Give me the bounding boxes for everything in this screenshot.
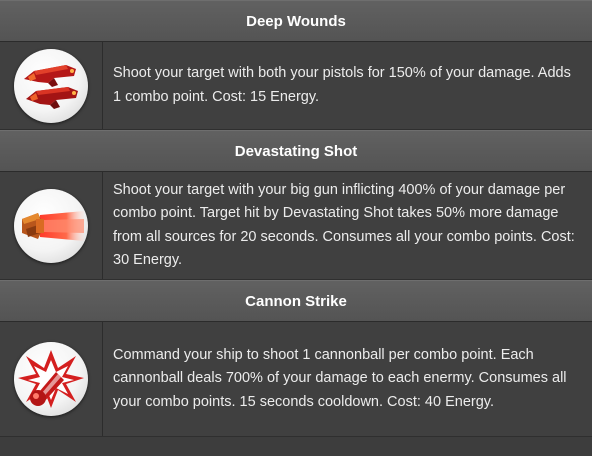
skill-row: Command your ship to shoot 1 cannonball … [0, 322, 592, 437]
skill-row: Shoot your target with your big gun infl… [0, 172, 592, 280]
big-gun-blast-icon[interactable] [14, 188, 88, 263]
skill-description: Shoot your target with both your pistols… [113, 65, 571, 105]
skill-description: Shoot your target with your big gun infl… [113, 181, 575, 269]
skill-list: Deep Wounds Shoot your target with both … [0, 0, 592, 456]
skill-devastating-shot: Devastating Shot Shoot your target with … [0, 130, 592, 280]
skill-title: Cannon Strike [0, 280, 592, 322]
skill-title: Devastating Shot [0, 130, 592, 172]
skill-description: Command your ship to shoot 1 cannonball … [113, 346, 567, 410]
skill-title: Deep Wounds [0, 0, 592, 42]
twin-pistols-icon[interactable] [14, 48, 88, 123]
skill-cannon-strike: Cannon Strike Command your ship to shoot… [0, 280, 592, 437]
skill-icon-cell [0, 42, 103, 129]
skill-row: Shoot your target with both your pistols… [0, 42, 592, 130]
cannonball-impact-icon[interactable] [14, 342, 88, 416]
skill-icon-cell [0, 322, 103, 436]
skill-icon-cell [0, 172, 103, 279]
skill-deep-wounds: Deep Wounds Shoot your target with both … [0, 0, 592, 130]
